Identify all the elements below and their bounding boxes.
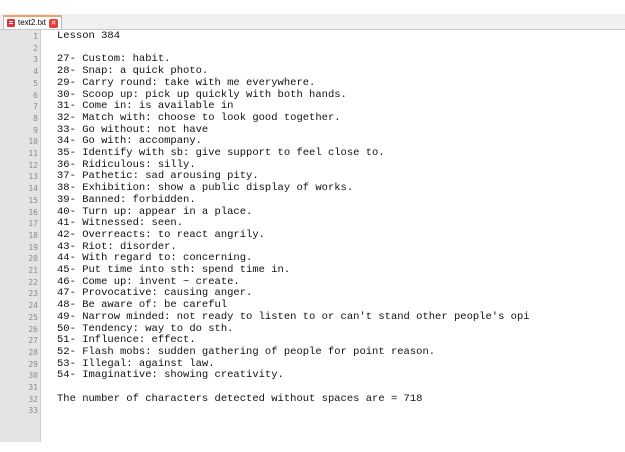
- line-number: 5: [33, 78, 38, 88]
- line-number: 14: [28, 184, 38, 194]
- line-text: 35- Identify with sb: give support to fe…: [57, 147, 385, 159]
- editor-line[interactable]: 33: [0, 405, 625, 417]
- line-number: 3: [33, 55, 38, 65]
- editor-line[interactable]: 11 35- Identify with sb: give support to …: [0, 147, 625, 160]
- line-text: 42- Overreacts: to react angrily.: [57, 228, 265, 241]
- editor-line[interactable]: 25 49- Narrow minded: not ready to listen…: [0, 310, 625, 324]
- tab-text2-txt[interactable]: text2.txt ✕: [3, 15, 63, 29]
- line-number: 18: [28, 230, 38, 240]
- line-number: 21: [28, 266, 38, 275]
- editor-line[interactable]: 18 42- Overreacts: to react angrily.: [0, 228, 625, 242]
- editor-line[interactable]: 21 45- Put time into sth: spend time in.: [0, 264, 625, 277]
- line-text: 54- Imaginative: showing creativity.: [57, 369, 284, 382]
- top-strip: [0, 0, 625, 14]
- editor-window: text2.txt ✕ 1 Lesson 384 2 3 27- Custom: hab…: [0, 0, 625, 452]
- line-number: 28: [28, 347, 38, 357]
- line-number: 29: [28, 359, 38, 369]
- editor-line[interactable]: 1 Lesson 384: [0, 30, 625, 43]
- line-number: 8: [33, 113, 38, 123]
- line-number: 7: [33, 102, 38, 112]
- line-text: 45- Put time into sth: spend time in.: [57, 264, 291, 276]
- line-text: 39- Banned: forbidden.: [57, 193, 196, 206]
- close-icon[interactable]: ✕: [49, 18, 59, 28]
- line-text: 29- Carry round: take with me everywhere…: [57, 76, 316, 89]
- line-number: 33: [28, 406, 38, 416]
- editor-line[interactable]: 15 39- Banned: forbidden.: [0, 193, 625, 207]
- line-number: 17: [28, 219, 38, 229]
- line-text: Lesson 384: [57, 30, 121, 42]
- line-number: 6: [33, 90, 38, 100]
- line-number: 11: [28, 149, 38, 158]
- line-number: 9: [33, 125, 38, 135]
- editor-line[interactable]: 8 32- Match with: choose to look good tog…: [0, 111, 625, 125]
- line-number: 1: [33, 32, 38, 41]
- line-number: 31: [28, 383, 38, 392]
- line-number: 15: [28, 195, 38, 205]
- line-text: The number of characters detected withou…: [57, 392, 423, 405]
- line-number: 19: [28, 242, 38, 252]
- line-number: 12: [28, 160, 38, 170]
- line-number: 16: [28, 207, 38, 217]
- line-number: 30: [28, 371, 38, 381]
- line-text: 32- Match with: choose to look good toge…: [57, 111, 341, 124]
- line-number: 23: [28, 289, 38, 299]
- line-number: 20: [28, 254, 38, 264]
- line-text: 52- Flash mobs: sudden gathering of peop…: [57, 345, 436, 358]
- line-number: 25: [28, 312, 38, 322]
- line-number: 27: [28, 336, 38, 346]
- line-number: 2: [33, 43, 38, 53]
- file-icon: [7, 19, 15, 27]
- text-editor[interactable]: 1 Lesson 384 2 3 27- Custom: habit. 4 28- Snap…: [0, 30, 625, 442]
- editor-line[interactable]: 28 52- Flash mobs: sudden gathering of pe…: [0, 345, 625, 359]
- editor-line[interactable]: 5 29- Carry round: take with me everywher…: [0, 76, 625, 90]
- tab-bar: text2.txt ✕: [0, 14, 625, 30]
- line-number: 13: [28, 172, 38, 182]
- line-number: 4: [33, 67, 38, 77]
- editor-line[interactable]: 31: [0, 382, 625, 394]
- line-number: 26: [28, 324, 38, 334]
- editor-line[interactable]: 30 54- Imaginative: showing creativity.: [0, 370, 625, 382]
- line-number: 24: [28, 301, 38, 311]
- line-number: 22: [28, 277, 38, 287]
- tab-label: text2.txt: [18, 18, 47, 27]
- line-number: 32: [28, 394, 38, 404]
- line-text: 49- Narrow minded: not ready to listen t…: [57, 310, 530, 323]
- editor-line[interactable]: 32 The number of characters detected with…: [0, 392, 625, 406]
- line-number: 10: [28, 137, 38, 147]
